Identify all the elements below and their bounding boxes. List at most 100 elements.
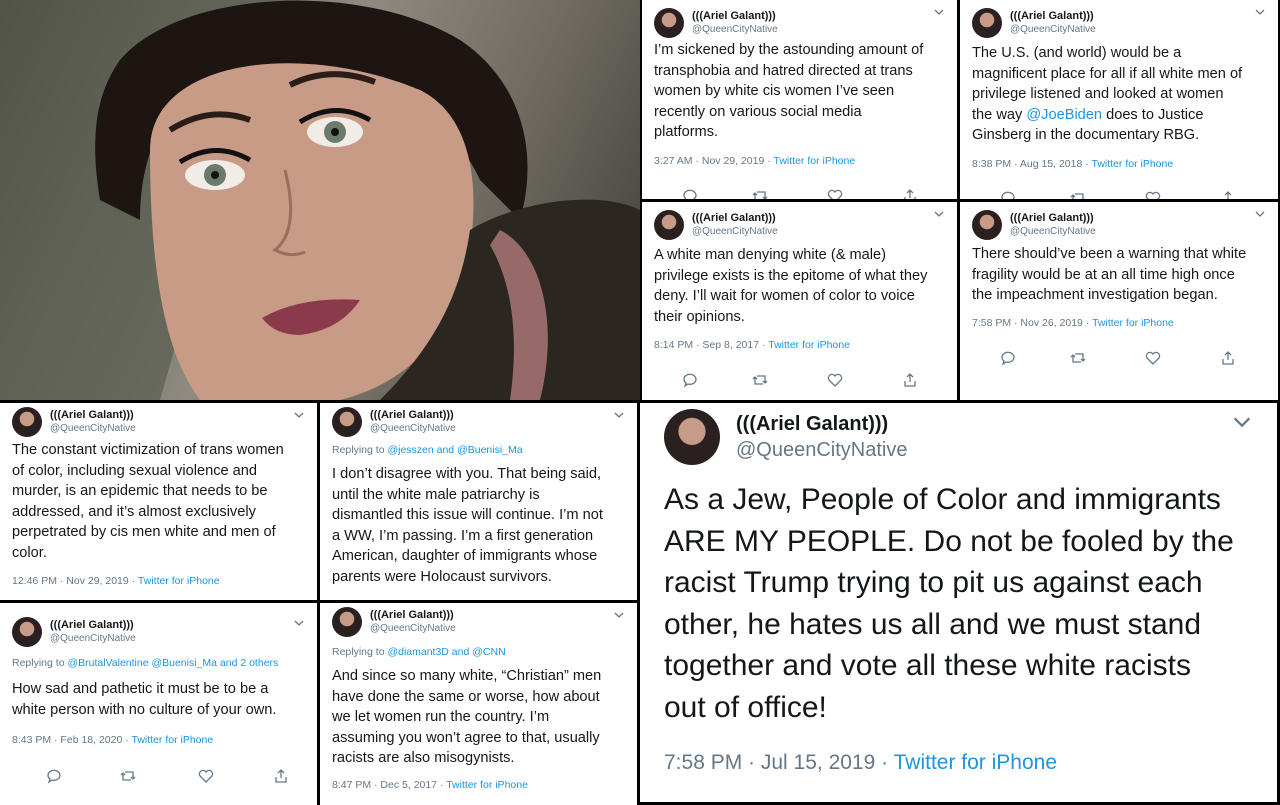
like-icon[interactable] [827, 188, 843, 199]
reply-icon[interactable] [1000, 350, 1016, 366]
author-handle[interactable]: @QueenCityNative [1010, 24, 1096, 35]
tweet-source[interactable]: Twitter for iPhone [138, 575, 220, 587]
portrait-illustration [0, 0, 640, 400]
tweet-text: There should’ve been a warning that whit… [972, 246, 1247, 303]
separator: · [125, 734, 129, 746]
author-name[interactable]: (((Ariel Galant))) [50, 409, 134, 421]
tweet-source[interactable]: Twitter for iPhone [131, 734, 213, 746]
tweet-time[interactable]: 7:58 PM · Nov 26, 2019 [972, 317, 1083, 329]
tweet-source[interactable]: Twitter for iPhone [1091, 158, 1173, 170]
avatar[interactable] [664, 409, 720, 465]
tweet-time[interactable]: 3:27 AM · Nov 29, 2019 [654, 155, 764, 167]
tweet-card[interactable]: (((Ariel Galant))) @QueenCityNative Repl… [320, 403, 637, 600]
tweet-time[interactable]: 8:38 PM · Aug 15, 2018 [972, 158, 1082, 170]
tweet-meta: 7:58 PM · Nov 26, 2019 · Twitter for iPh… [972, 317, 1174, 329]
share-icon[interactable] [1220, 350, 1236, 366]
like-icon[interactable] [1145, 190, 1161, 199]
avatar[interactable] [654, 210, 684, 240]
tweet-source[interactable]: Twitter for iPhone [768, 339, 850, 351]
avatar[interactable] [332, 407, 362, 437]
replying-to-users[interactable]: @jesszen and @Buenisi_Ma [387, 444, 522, 456]
avatar[interactable] [12, 617, 42, 647]
author-name[interactable]: (((Ariel Galant))) [50, 619, 134, 631]
like-icon[interactable] [827, 372, 843, 388]
replying-to-users[interactable]: @diamant3D and @CNN [387, 646, 505, 658]
author-name[interactable]: (((Ariel Galant))) [692, 212, 776, 224]
tweet-card[interactable]: (((Ariel Galant))) @QueenCityNative The … [0, 403, 317, 600]
tweet-time[interactable]: 8:43 PM · Feb 18, 2020 [12, 734, 122, 746]
author-handle[interactable]: @QueenCityNative [370, 423, 456, 434]
share-icon[interactable] [902, 372, 918, 388]
tweet-source[interactable]: Twitter for iPhone [773, 155, 855, 167]
tweet-meta: 8:14 PM · Sep 8, 2017 · Twitter for iPho… [654, 339, 850, 351]
tweet-time[interactable]: 7:58 PM · Jul 15, 2019 [664, 751, 875, 774]
tweet-source[interactable]: Twitter for iPhone [446, 779, 528, 791]
tweet-time[interactable]: 12:46 PM · Nov 29, 2019 [12, 575, 129, 587]
avatar[interactable] [12, 407, 42, 437]
chevron-down-icon[interactable] [1254, 208, 1266, 220]
chevron-down-icon[interactable] [613, 409, 625, 421]
author-handle[interactable]: @QueenCityNative [692, 226, 778, 237]
action-bar [40, 768, 287, 786]
author-name[interactable]: (((Ariel Galant))) [1010, 10, 1094, 22]
chevron-down-icon[interactable] [1254, 6, 1266, 18]
retweet-icon[interactable] [1070, 350, 1086, 366]
separator: · [131, 575, 136, 587]
tweet-meta: 8:43 PM · Feb 18, 2020 · Twitter for iPh… [12, 734, 213, 746]
share-icon[interactable] [1220, 190, 1236, 199]
tweet-time[interactable]: 8:47 PM · Dec 5, 2017 [332, 779, 437, 791]
reply-icon[interactable] [682, 188, 698, 199]
reply-icon[interactable] [682, 372, 698, 388]
tweet-card[interactable]: (((Ariel Galant))) @QueenCityNative Repl… [320, 603, 637, 805]
author-handle[interactable]: @QueenCityNative [370, 623, 456, 634]
avatar[interactable] [332, 607, 362, 637]
tweet-card[interactable]: (((Ariel Galant))) @QueenCityNative Repl… [0, 603, 317, 805]
share-icon[interactable] [902, 188, 918, 199]
tweet-text: I don’t disagree with you. That being sa… [332, 466, 603, 585]
like-icon[interactable] [1145, 350, 1161, 366]
tweet-card[interactable]: (((Ariel Galant))) @QueenCityNative As a… [640, 403, 1277, 802]
author-handle[interactable]: @QueenCityNative [50, 633, 136, 644]
separator: · [1085, 158, 1089, 170]
author-name[interactable]: (((Ariel Galant))) [1010, 212, 1094, 224]
chevron-down-icon[interactable] [293, 409, 305, 421]
mention-link[interactable]: @JoeBiden [1026, 107, 1102, 123]
author-name[interactable]: (((Ariel Galant))) [736, 413, 888, 436]
avatar[interactable] [654, 8, 684, 38]
replying-to-users[interactable]: @BrutalValentine @Buenisi_Ma and 2 other… [67, 657, 278, 669]
author-name[interactable]: (((Ariel Galant))) [692, 10, 776, 22]
tweet-source[interactable]: Twitter for iPhone [1092, 317, 1174, 329]
retweet-icon[interactable] [752, 372, 768, 388]
avatar[interactable] [972, 210, 1002, 240]
author-name[interactable]: (((Ariel Galant))) [370, 409, 454, 421]
author-handle[interactable]: @QueenCityNative [1010, 226, 1096, 237]
reply-icon[interactable] [1000, 190, 1016, 199]
author-handle[interactable]: @QueenCityNative [692, 24, 778, 35]
action-bar [1000, 350, 1240, 368]
author-name[interactable]: (((Ariel Galant))) [370, 609, 454, 621]
chevron-down-icon[interactable] [613, 609, 625, 621]
tweet-text: As a Jew, People of Color and immigrants… [664, 483, 1234, 724]
tweet-card[interactable]: (((Ariel Galant))) @QueenCityNative Ther… [960, 202, 1278, 400]
action-bar [682, 188, 922, 199]
tweet-time[interactable]: 8:14 PM · Sep 8, 2017 [654, 339, 759, 351]
chevron-down-icon[interactable] [293, 617, 305, 629]
replying-prefix: Replying to [332, 444, 388, 456]
tweet-card[interactable]: (((Ariel Galant))) @QueenCityNative I’m … [642, 0, 957, 199]
author-handle[interactable]: @QueenCityNative [50, 423, 136, 434]
avatar[interactable] [972, 8, 1002, 38]
author-handle[interactable]: @QueenCityNative [736, 439, 907, 462]
retweet-icon[interactable] [752, 188, 768, 199]
like-icon[interactable] [198, 768, 214, 784]
tweet-source[interactable]: Twitter for iPhone [894, 751, 1057, 774]
tweet-text: I’m sickened by the astounding amount of… [654, 42, 924, 140]
share-icon[interactable] [273, 768, 289, 784]
chevron-down-icon[interactable] [933, 6, 945, 18]
retweet-icon[interactable] [1070, 190, 1086, 199]
tweet-card[interactable]: (((Ariel Galant))) @QueenCityNative The … [960, 0, 1278, 199]
tweet-card[interactable]: (((Ariel Galant))) @QueenCityNative A wh… [642, 202, 957, 400]
chevron-down-icon[interactable] [1231, 411, 1253, 433]
chevron-down-icon[interactable] [933, 208, 945, 220]
retweet-icon[interactable] [120, 768, 136, 784]
reply-icon[interactable] [46, 768, 62, 784]
